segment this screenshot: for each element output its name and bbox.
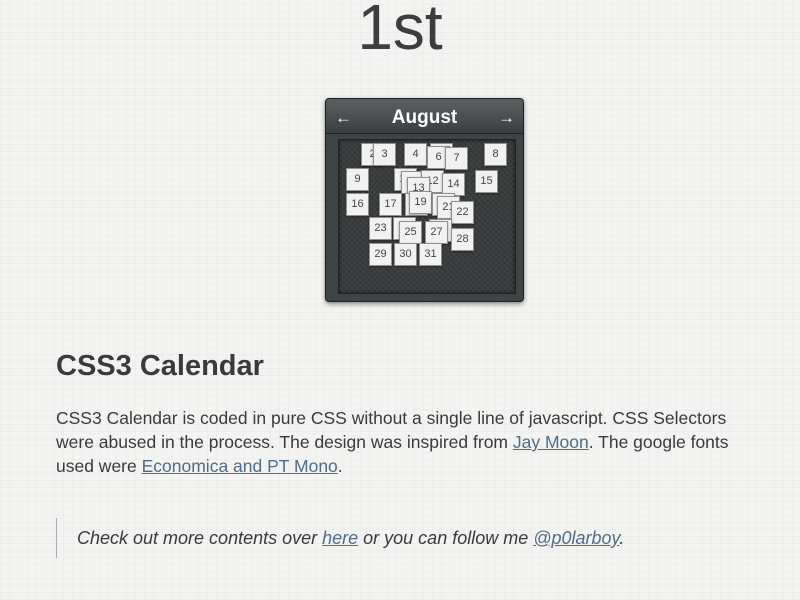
calendar-day-23[interactable]: 23 [369,217,392,240]
footer-text: . [619,528,625,548]
calendar-day-7[interactable]: 7 [445,147,468,170]
twitter-handle-link[interactable]: @p0larboy [533,528,619,548]
article-title: CSS3 Calendar [56,350,264,382]
jay-moon-link[interactable]: Jay Moon [513,432,589,452]
calendar-day-28[interactable]: 28 [451,228,474,251]
calendar-day-3[interactable]: 3 [373,143,396,166]
calendar-day-19[interactable]: 19 [409,191,432,214]
footer-text: Check out more contents over [77,528,323,548]
footer-note: Check out more contents over here or you… [56,518,676,558]
calendar-day-30[interactable]: 30 [394,243,417,266]
calendar-day-15[interactable]: 15 [475,170,498,193]
calendar-day-22[interactable]: 22 [451,201,474,224]
next-month-arrow-icon[interactable]: → [498,108,515,128]
fonts-link[interactable]: Economica and PT Mono [142,456,338,476]
calendar-day-17[interactable]: 17 [379,193,402,216]
calendar-day-9[interactable]: 9 [346,168,369,191]
more-contents-link[interactable]: here [322,528,358,548]
calendar-header: ← August → [326,99,523,134]
footer-text: or you can follow me [358,528,534,548]
article-description: CSS3 Calendar is coded in pure CSS witho… [56,406,736,478]
calendar-day-grid: 1234567891011121314151617181920212223242… [338,139,516,294]
current-date-heading: 1st [357,0,443,63]
calendar-day-8[interactable]: 8 [484,143,507,166]
calendar-day-4[interactable]: 4 [404,143,427,166]
calendar-day-16[interactable]: 16 [346,193,369,216]
calendar-day-27[interactable]: 27 [425,221,448,244]
calendar-day-25[interactable]: 25 [399,221,422,244]
calendar-month-label: August [391,107,458,128]
calendar-day-31[interactable]: 31 [419,243,442,266]
article-text: . [337,456,343,476]
calendar-day-29[interactable]: 29 [369,243,392,266]
calendar-widget: ← August → 12345678910111213141516171819… [325,98,524,302]
